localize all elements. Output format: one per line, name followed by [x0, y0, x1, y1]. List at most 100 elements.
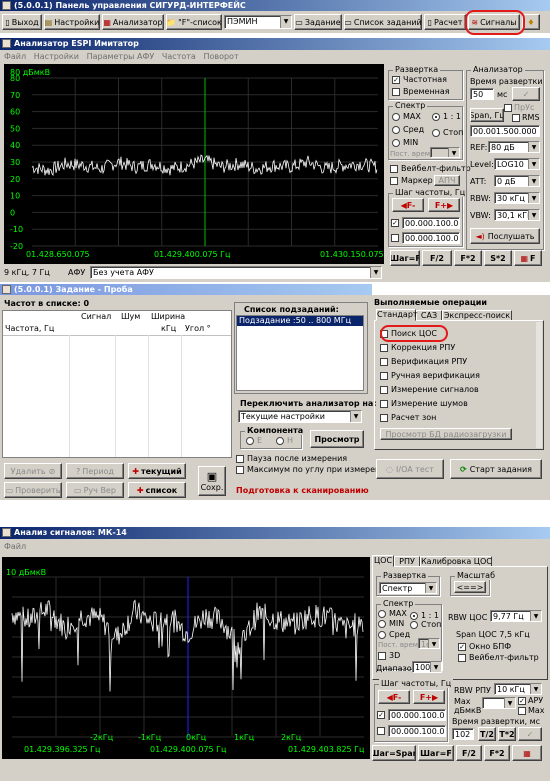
signal-spectrum-plot[interactable]: 10 дБмкВ -2кГц -1кГц 0кГц 1кГц 2кГц 01.4… — [2, 557, 370, 759]
sig-sweep-input[interactable]: 102 — [452, 728, 474, 740]
delete-button[interactable]: Удалить ⊘ — [4, 463, 62, 479]
f-grid-button[interactable]: ▦ F — [514, 250, 542, 266]
vbw-select[interactable]: 30,1 кГц — [494, 209, 540, 221]
aru-checkbox[interactable]: ✓ — [518, 697, 526, 705]
pause-checkbox[interactable] — [236, 455, 244, 463]
task-list-button[interactable]: ▭ Список заданий — [344, 14, 422, 30]
switch-select[interactable]: Текущие настройки — [238, 410, 362, 423]
menu-afu[interactable]: Параметры АФУ — [87, 52, 155, 61]
exit-button[interactable]: ▯ Выход — [2, 14, 42, 30]
step1-checkbox[interactable]: ✓ — [391, 219, 399, 227]
signal-menu-file[interactable]: Файл — [4, 542, 26, 551]
step1-input[interactable]: 00.000.100.000 — [402, 217, 460, 229]
sig-f-mul2-button[interactable]: F*2 — [484, 745, 510, 761]
period-button[interactable]: ? Период — [66, 463, 124, 479]
menu-file[interactable]: Файл — [4, 52, 26, 61]
tab-standard[interactable]: Стандарт — [376, 309, 418, 321]
apch-button[interactable]: АПЧ — [434, 175, 460, 186]
analyzer-spectrum-plot[interactable]: 80 70 60 50 40 30 20 10 0 -10 -20 80 дБмкВ 01.428.… — [4, 64, 384, 264]
f-minus-button[interactable]: ◀ F- — [392, 198, 424, 212]
t-div2-button[interactable]: T/2 — [478, 727, 496, 741]
afu-select[interactable]: Без учета АФУ — [90, 266, 382, 279]
span-input[interactable]: 00.001.500.000 — [470, 125, 540, 137]
subtasks-listbox[interactable]: Подзадание :50 .. 800 МГц — [236, 315, 364, 391]
sweep-time-input[interactable]: 50 — [470, 88, 494, 100]
min-radio[interactable] — [392, 139, 400, 147]
stop-radio[interactable] — [432, 129, 440, 137]
sig-f-minus-button[interactable]: ◀ F- — [378, 690, 410, 704]
time-checkbox[interactable] — [392, 88, 400, 96]
t-mul2-button[interactable]: T*2 — [498, 727, 516, 741]
f-plus-button[interactable]: F+ ▶ — [428, 198, 460, 212]
list-button[interactable]: ✚ список — [128, 482, 186, 498]
menu-frequency[interactable]: Частота — [162, 52, 196, 61]
step-equals-span-button[interactable]: Шаг=Span — [372, 745, 416, 761]
level-select[interactable]: LOG10 — [494, 158, 540, 170]
sig-grid-button[interactable]: ▦ — [512, 745, 542, 761]
three-d-checkbox[interactable] — [378, 652, 386, 660]
prus-checkbox[interactable] — [504, 104, 512, 112]
f-mul2-button[interactable]: F*2 — [454, 250, 482, 266]
att-select[interactable]: 0 дБ — [494, 175, 540, 187]
sig-weibull-checkbox[interactable] — [458, 654, 466, 662]
span-button[interactable]: Span, Гц — [470, 108, 504, 122]
task-button[interactable]: ▭ Задание — [294, 14, 342, 30]
marker-checkbox[interactable] — [390, 177, 398, 185]
menu-settings[interactable]: Настройки — [34, 52, 79, 61]
sweep-apply-button[interactable]: ✓ — [512, 87, 540, 101]
io-test-button[interactable]: ◌ I/OA тест — [376, 459, 444, 479]
check-button[interactable]: ▭ Проверить — [4, 482, 62, 498]
op2-checkbox[interactable] — [380, 358, 388, 366]
op4-checkbox[interactable] — [380, 386, 388, 394]
step-equals-f-button[interactable]: Шаг=F — [390, 250, 420, 266]
step2-checkbox[interactable] — [391, 234, 399, 242]
comp-h-radio[interactable] — [276, 437, 284, 445]
menu-rotation[interactable]: Поворот — [203, 52, 238, 61]
sig-f-plus-button[interactable]: F+ ▶ — [413, 690, 445, 704]
sig-min-radio[interactable] — [378, 620, 386, 628]
sig-avg-radio[interactable] — [378, 631, 386, 639]
avg-radio[interactable] — [392, 126, 400, 134]
sig-max-radio[interactable] — [378, 610, 386, 618]
settings-button[interactable]: ▤ Настройки — [44, 14, 100, 30]
db-view-button[interactable]: Просмотр БД радиозагрузки — [380, 428, 512, 440]
bpf-checkbox[interactable]: ✓ — [458, 643, 466, 651]
sig-f-div2-button[interactable]: F/2 — [456, 745, 482, 761]
op5-checkbox[interactable] — [380, 400, 388, 408]
op1-checkbox[interactable] — [380, 344, 388, 352]
analyzer-button[interactable]: ▦ Анализатор — [102, 14, 164, 30]
max-level-select[interactable] — [482, 697, 516, 709]
max-angle-checkbox[interactable] — [236, 466, 244, 474]
sig-step2-input[interactable]: 00.000.100.000 — [388, 725, 446, 737]
view-button[interactable]: Просмотр — [310, 430, 364, 448]
sig-scan-select[interactable]: Спектр — [379, 582, 437, 594]
current-button[interactable]: ✚ текущий — [128, 463, 186, 479]
listen-button[interactable]: ◄) Послушать — [470, 228, 540, 244]
max-radio[interactable] — [392, 113, 400, 121]
save-button[interactable]: ▣ Сохр. — [198, 466, 226, 496]
sig-sweep-apply-button[interactable]: ✓ — [518, 727, 542, 741]
subtask-item[interactable]: Подзадание :50 .. 800 МГц — [237, 316, 363, 326]
op6-checkbox[interactable] — [380, 414, 388, 422]
tab-cos[interactable]: ЦОС — [372, 555, 394, 567]
freq-table[interactable]: Сигнал Шум Ширина Частота, Гц кГц Угол ° — [2, 310, 232, 458]
op3-checkbox[interactable] — [380, 372, 388, 380]
rms-checkbox[interactable] — [512, 114, 520, 122]
sig-stop-radio[interactable] — [410, 621, 418, 629]
const-time-select[interactable] — [430, 147, 460, 158]
sig-step1-checkbox[interactable]: ✓ — [377, 711, 385, 719]
calc-button[interactable]: ▯ Расчет — [424, 14, 466, 30]
rbw-rpu-select[interactable]: 10 кГц — [494, 683, 542, 695]
manual-button[interactable]: ▭ Руч Вер — [66, 482, 124, 498]
ratio-radio[interactable] — [432, 113, 440, 121]
ops-scrollbar[interactable] — [536, 322, 542, 448]
start-task-button[interactable]: ⟳ Старт задания — [450, 459, 542, 479]
f-div2-button[interactable]: F/2 — [422, 250, 452, 266]
ref-select[interactable]: 80 дБ — [488, 141, 540, 153]
weibull-checkbox[interactable] — [390, 165, 398, 173]
rbw-select[interactable]: 30 кГц — [494, 192, 540, 204]
rbw-cos-select[interactable]: 9,77 Гц — [490, 610, 542, 622]
s-mul2-button[interactable]: S*2 — [484, 250, 512, 266]
freq-checkbox[interactable]: ✓ — [392, 76, 400, 84]
sig-step1-input[interactable]: 00.000.100.000 — [388, 709, 446, 721]
